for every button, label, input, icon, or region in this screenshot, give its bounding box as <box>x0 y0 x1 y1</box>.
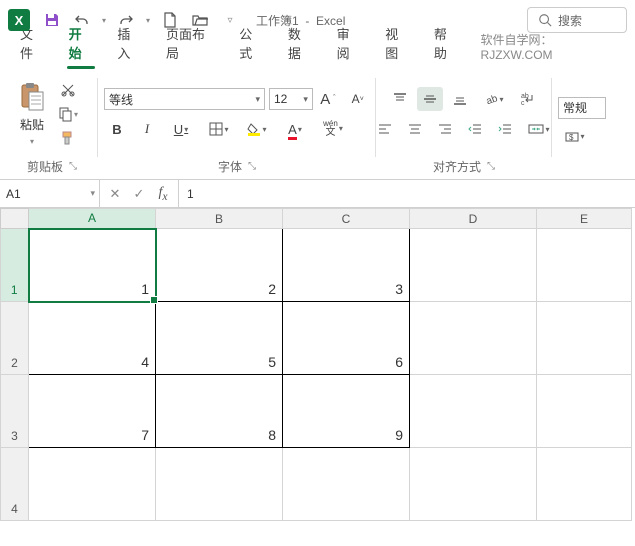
align-middle-button[interactable] <box>417 87 443 111</box>
svg-text:$: $ <box>569 133 574 142</box>
italic-button[interactable]: I <box>134 117 160 141</box>
cell-D1[interactable] <box>410 229 537 302</box>
cell-D4[interactable] <box>410 448 537 521</box>
tab-help[interactable]: 帮助 <box>422 18 471 68</box>
formula-bar: A1▾ ✕ ✓ fx 1 <box>0 180 635 208</box>
row-header-2[interactable]: 2 <box>1 302 29 375</box>
font-color-button[interactable]: A▾ <box>278 117 312 141</box>
merge-center-button[interactable]: ▾ <box>522 117 556 141</box>
cell-E3[interactable] <box>537 375 632 448</box>
cell-D2[interactable] <box>410 302 537 375</box>
clipboard-launcher[interactable]: ⤡ <box>69 161 77 172</box>
row-header-3[interactable]: 3 <box>1 375 29 448</box>
phonetic-button[interactable]: wén文▾ <box>316 117 350 141</box>
align-center-button[interactable] <box>402 117 428 141</box>
tab-page-layout[interactable]: 页面布局 <box>154 18 227 68</box>
bold-button[interactable]: B <box>104 117 130 141</box>
svg-text:c: c <box>521 100 525 106</box>
column-header-D[interactable]: D <box>410 209 537 229</box>
row-header-1[interactable]: 1 <box>1 229 29 302</box>
cell-A3[interactable]: 7 <box>29 375 156 448</box>
cell-A4[interactable] <box>29 448 156 521</box>
format-painter-button[interactable] <box>56 127 80 149</box>
cell-C4[interactable] <box>283 448 410 521</box>
align-bottom-button[interactable] <box>447 87 473 111</box>
ribbon-tabs: 文件 开始 插入 页面布局 公式 数据 审阅 视图 帮助 软件自学网：RJZXW… <box>0 40 635 68</box>
formula-input[interactable]: 1 <box>179 180 635 207</box>
cell-B3[interactable]: 8 <box>156 375 283 448</box>
svg-text:ab: ab <box>485 93 498 106</box>
worksheet-grid[interactable]: ABCDE1123245637894 <box>0 208 635 521</box>
align-top-button[interactable] <box>387 87 413 111</box>
increase-font-button[interactable]: A＾ <box>317 87 342 111</box>
tab-data[interactable]: 数据 <box>276 18 325 68</box>
copy-button[interactable]: ▾ <box>56 103 80 125</box>
tab-review[interactable]: 审阅 <box>325 18 374 68</box>
increase-indent-button[interactable] <box>492 117 518 141</box>
cell-C1[interactable]: 3 <box>283 229 410 302</box>
excel-app-icon <box>8 9 30 31</box>
font-launcher[interactable]: ⤡ <box>248 161 256 172</box>
cell-A1[interactable]: 1 <box>29 229 156 302</box>
row-header-4[interactable]: 4 <box>1 448 29 521</box>
cell-A2[interactable]: 4 <box>29 302 156 375</box>
tab-view[interactable]: 视图 <box>373 18 422 68</box>
select-all-corner[interactable] <box>1 209 29 229</box>
tab-formulas[interactable]: 公式 <box>227 18 276 68</box>
cell-C2[interactable]: 6 <box>283 302 410 375</box>
cell-B1[interactable]: 2 <box>156 229 283 302</box>
watermark-text: 软件自学网：RJZXW.COM <box>471 25 627 68</box>
group-clipboard: 粘贴 ▾ ▾ 剪贴板⤡ <box>6 70 98 179</box>
cell-E4[interactable] <box>537 448 632 521</box>
align-launcher[interactable]: ⤡ <box>487 161 495 172</box>
align-left-button[interactable] <box>372 117 398 141</box>
group-number: 常规 $▾ <box>552 70 629 179</box>
tab-insert[interactable]: 插入 <box>105 18 154 68</box>
column-header-B[interactable]: B <box>156 209 283 229</box>
cell-C3[interactable]: 9 <box>283 375 410 448</box>
decrease-font-button[interactable]: A˅ <box>345 87 370 111</box>
number-format-combo[interactable]: 常规 <box>558 97 606 119</box>
name-box[interactable]: A1▾ <box>0 180 100 207</box>
cell-D3[interactable] <box>410 375 537 448</box>
cancel-formula-button[interactable]: ✕ <box>104 183 126 205</box>
orientation-button[interactable]: ab▾ <box>477 87 511 111</box>
enter-formula-button[interactable]: ✓ <box>128 183 150 205</box>
column-header-C[interactable]: C <box>283 209 410 229</box>
borders-button[interactable]: ▾ <box>202 117 236 141</box>
wrap-text-button[interactable]: abc <box>515 87 541 111</box>
decrease-indent-button[interactable] <box>462 117 488 141</box>
column-header-E[interactable]: E <box>537 209 632 229</box>
insert-function-button[interactable]: fx <box>152 183 174 205</box>
group-font: 等线▾ 12▾ A＾ A˅ B I U▾ ▾ ▾ A▾ wén文▾ <box>98 70 376 179</box>
cell-E2[interactable] <box>537 302 632 375</box>
align-right-button[interactable] <box>432 117 458 141</box>
name-box-dropdown[interactable]: ▾ <box>90 188 95 199</box>
tab-home[interactable]: 开始 <box>57 18 106 68</box>
font-size-combo[interactable]: 12▾ <box>269 88 313 110</box>
cell-E1[interactable] <box>537 229 632 302</box>
column-header-A[interactable]: A <box>29 209 156 229</box>
cut-button[interactable] <box>56 79 80 101</box>
paste-icon <box>19 82 45 112</box>
ribbon: 粘贴 ▾ ▾ 剪贴板⤡ 等线▾ 12▾ A＾ <box>0 68 635 180</box>
cell-B2[interactable]: 5 <box>156 302 283 375</box>
fill-color-button[interactable]: ▾ <box>240 117 274 141</box>
cell-B4[interactable] <box>156 448 283 521</box>
accounting-format-button[interactable]: $▾ <box>558 125 592 149</box>
group-alignment: ab▾ abc ▾ 对齐方式⤡ <box>376 70 552 179</box>
paste-button[interactable]: 粘贴 ▾ <box>12 78 52 150</box>
font-name-combo[interactable]: 等线▾ <box>104 88 265 110</box>
underline-button[interactable]: U▾ <box>164 117 198 141</box>
